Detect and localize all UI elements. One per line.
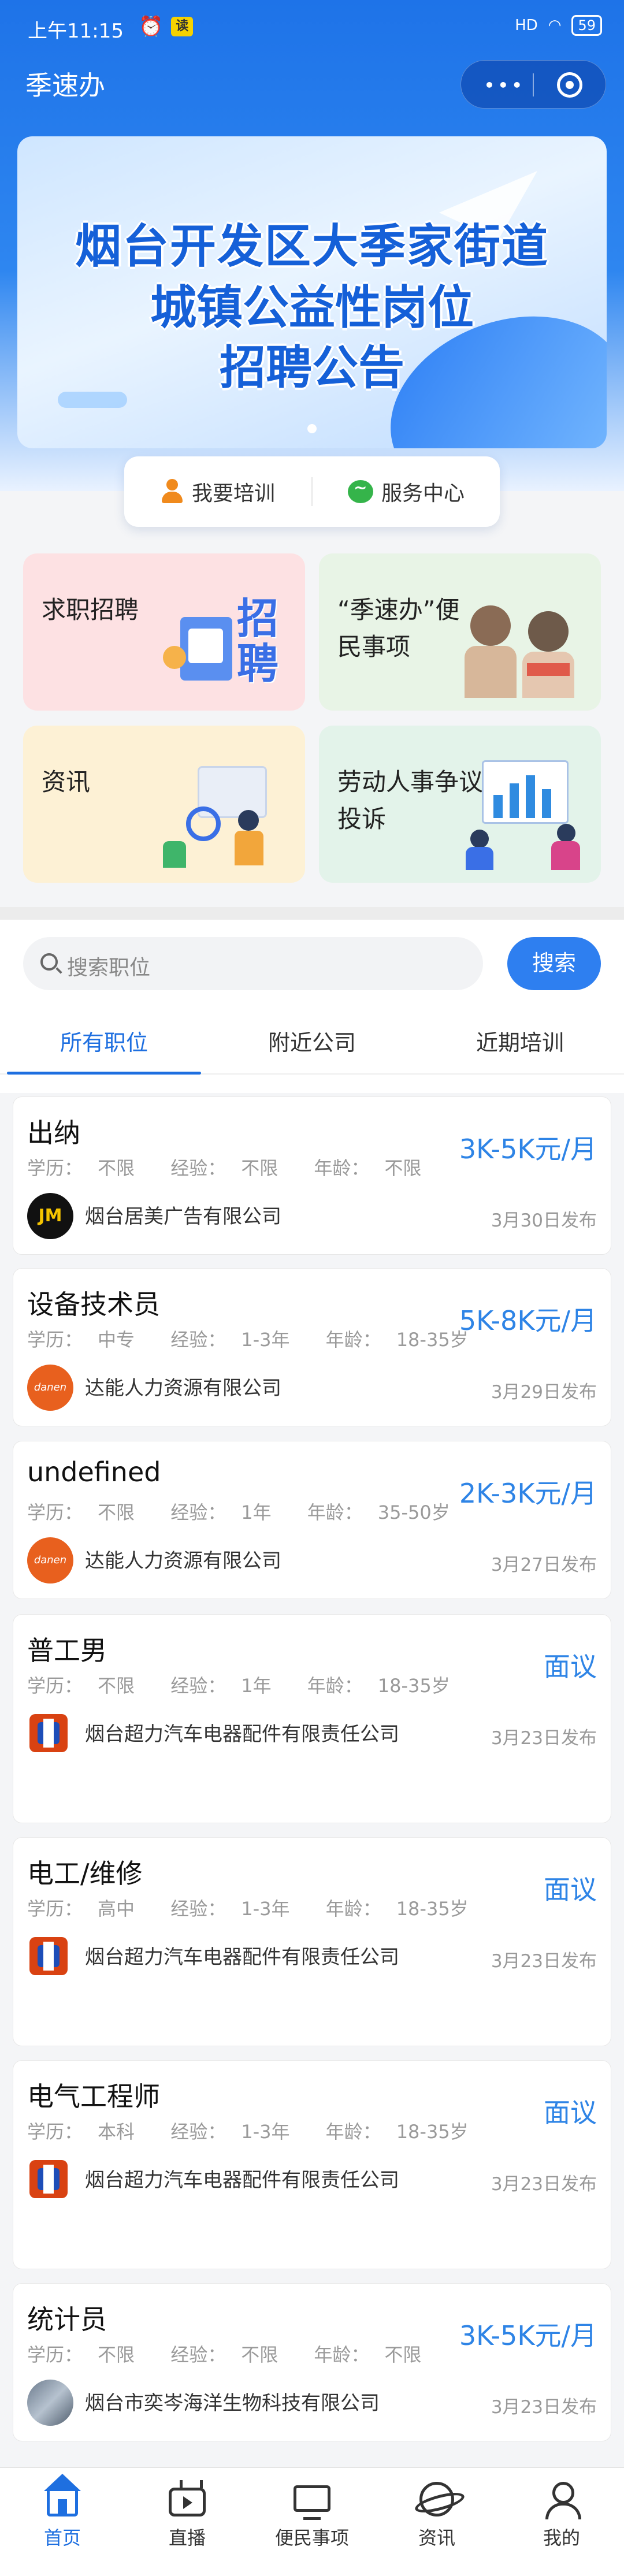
job-card[interactable]: undefined 学历： 不限 经验： 1年 年龄： 35-50岁 2K-3K元/月…	[13, 1441, 611, 1599]
job-title: 电工/维修	[27, 1858, 143, 1889]
alarm-icon: ⏰	[139, 15, 164, 38]
home-icon	[44, 2474, 81, 2516]
company-logo	[27, 2157, 73, 2203]
labor-dispute-card[interactable]: 劳动人事争议投诉	[319, 726, 601, 883]
job-salary: 面议	[544, 1651, 597, 1682]
tab-recent-training[interactable]: 近期培训	[416, 1011, 624, 1073]
job-card[interactable]: 电气工程师 学历： 本科 经验： 1-3年 年龄： 18-35岁 面议 烟台超力汽车电…	[13, 2060, 611, 2269]
job-salary: 面议	[544, 2097, 597, 2128]
company-logo: danen	[27, 1537, 73, 1583]
job-title: 统计员	[27, 2304, 107, 2335]
network-label: HD	[515, 17, 538, 34]
staff-illustration	[459, 582, 586, 698]
publish-date: 3月29日发布	[491, 1382, 597, 1403]
job-salary: 3K-5K元/月	[459, 1133, 597, 1165]
tab-all-jobs[interactable]: 所有职位	[0, 1011, 208, 1075]
recruitment-illustration: 招聘	[163, 582, 290, 698]
news-card[interactable]: 资讯	[23, 726, 305, 883]
search-icon	[40, 953, 58, 971]
more-menu-icon[interactable]: •••	[484, 76, 530, 95]
globe-icon	[419, 2482, 454, 2516]
publish-date: 3月23日发布	[491, 1951, 597, 1972]
job-requirements: 学历： 不限 经验： 1年 年龄： 18-35岁	[27, 1675, 450, 1697]
tab-convenience[interactable]: 便民事项	[250, 2468, 374, 2576]
publish-date: 3月23日发布	[491, 1728, 597, 1749]
job-requirements: 学历： 中专 经验： 1-3年 年龄： 18-35岁	[27, 1329, 469, 1351]
convenience-services-card[interactable]: “季速办”便民事项	[319, 553, 601, 711]
carousel-indicator	[17, 424, 607, 436]
status-bar: 上午11:15 ⏰ 读 HD ◠ 59	[0, 0, 624, 55]
search-input[interactable]: 搜索职位	[23, 937, 483, 990]
training-link[interactable]: 我要培训	[124, 477, 311, 507]
job-title: 设备技术员	[27, 1289, 160, 1320]
read-badge: 读	[171, 17, 194, 36]
screen-icon	[294, 2485, 330, 2520]
company-logo	[27, 2380, 73, 2426]
job-salary: 3K-5K元/月	[459, 2320, 597, 2351]
person-icon	[161, 479, 184, 504]
publish-date: 3月27日发布	[491, 1555, 597, 1575]
job-card[interactable]: 统计员 学历： 不限 经验： 不限 年龄： 不限 3K-5K元/月 烟台市奕岑海洋生物…	[13, 2283, 611, 2441]
job-salary: 2K-3K元/月	[459, 1478, 597, 1509]
job-title: undefined	[27, 1456, 161, 1488]
publish-date: 3月30日发布	[491, 1210, 597, 1231]
tab-home[interactable]: 首页	[0, 2468, 125, 2576]
quick-links-bar: 我要培训 服务中心	[124, 456, 500, 527]
company-name: 烟台市奕岑海洋生物科技有限公司	[85, 2392, 380, 2415]
job-title: 普工男	[27, 1635, 107, 1666]
service-center-link[interactable]: 服务中心	[313, 477, 500, 507]
company-logo	[27, 1711, 73, 1757]
bottom-tab-bar: 首页 直播 便民事项 资讯 我的	[0, 2467, 624, 2576]
job-requirements: 学历： 不限 经验： 不限 年龄： 不限	[27, 1157, 422, 1179]
company-logo	[27, 1934, 73, 1980]
chat-icon	[347, 478, 373, 503]
banner-title-line3: 招聘公告	[220, 341, 404, 395]
job-card[interactable]: 出纳 学历： 不限 经验： 不限 年龄： 不限 3K-5K元/月 JM 烟台居美广告有…	[13, 1096, 611, 1255]
status-time: 上午11:15	[28, 20, 124, 43]
close-miniprogram-icon[interactable]	[557, 72, 582, 98]
miniprogram-capsule[interactable]: •••	[460, 60, 606, 109]
company-name: 烟台居美广告有限公司	[85, 1205, 281, 1228]
company-name: 烟台超力汽车电器配件有限责任公司	[85, 1946, 399, 1969]
tv-icon	[169, 2488, 206, 2516]
job-salary: 面议	[544, 1874, 597, 1905]
company-name: 达能人力资源有限公司	[85, 1549, 281, 1573]
company-name: 烟台超力汽车电器配件有限责任公司	[85, 1723, 399, 1746]
publish-date: 3月23日发布	[491, 2174, 597, 2195]
chart-illustration	[459, 754, 586, 870]
job-requirements: 学历： 不限 经验： 1年 年龄： 35-50岁	[27, 1501, 450, 1523]
banner-title-line2: 城镇公益性岗位	[150, 281, 474, 334]
app-title: 季速办	[25, 70, 105, 101]
job-requirements: 学历： 本科 经验： 1-3年 年龄： 18-35岁	[27, 2121, 469, 2143]
company-name: 达能人力资源有限公司	[85, 1377, 281, 1400]
job-tabs: 所有职位 附近公司 近期培训	[0, 1011, 624, 1075]
tab-nearby-companies[interactable]: 附近公司	[208, 1011, 416, 1073]
user-icon	[543, 2482, 581, 2519]
job-salary: 5K-8K元/月	[459, 1305, 597, 1336]
job-card[interactable]: 普工男 学历： 不限 经验： 1年 年龄： 18-35岁 面议 烟台超力汽车电器配件有…	[13, 1614, 611, 1823]
job-card[interactable]: 电工/维修 学历： 高中 经验： 1-3年 年龄： 18-35岁 面议 烟台超力汽车电…	[13, 1837, 611, 2046]
tab-live[interactable]: 直播	[125, 2468, 250, 2576]
company-logo: JM	[27, 1193, 73, 1239]
tab-news[interactable]: 资讯	[374, 2468, 499, 2576]
banner-carousel[interactable]: 烟台开发区大季家街道 城镇公益性岗位 招聘公告	[17, 136, 607, 448]
company-logo: danen	[27, 1365, 73, 1411]
job-recruitment-card[interactable]: 求职招聘 招聘	[23, 553, 305, 711]
wifi-icon: ◠	[548, 17, 562, 34]
search-button[interactable]: 搜索	[507, 937, 601, 990]
publish-date: 3月23日发布	[491, 2397, 597, 2418]
job-requirements: 学历： 高中 经验： 1-3年 年龄： 18-35岁	[27, 1898, 469, 1920]
job-requirements: 学历： 不限 经验： 不限 年龄： 不限	[27, 2344, 422, 2366]
tab-mine[interactable]: 我的	[499, 2468, 624, 2576]
company-name: 烟台超力汽车电器配件有限责任公司	[85, 2169, 399, 2192]
job-title: 出纳	[27, 1117, 80, 1148]
news-illustration	[163, 754, 290, 870]
feature-grid: 求职招聘 招聘 “季速办”便民事项 资讯 劳动人事争议投诉	[23, 553, 601, 883]
banner-title-line1: 烟台开发区大季家街道	[75, 220, 549, 273]
job-title: 电气工程师	[27, 2081, 160, 2112]
battery-indicator: 59	[571, 15, 602, 36]
job-card[interactable]: 设备技术员 学历： 中专 经验： 1-3年 年龄： 18-35岁 5K-8K元/月 d…	[13, 1268, 611, 1426]
